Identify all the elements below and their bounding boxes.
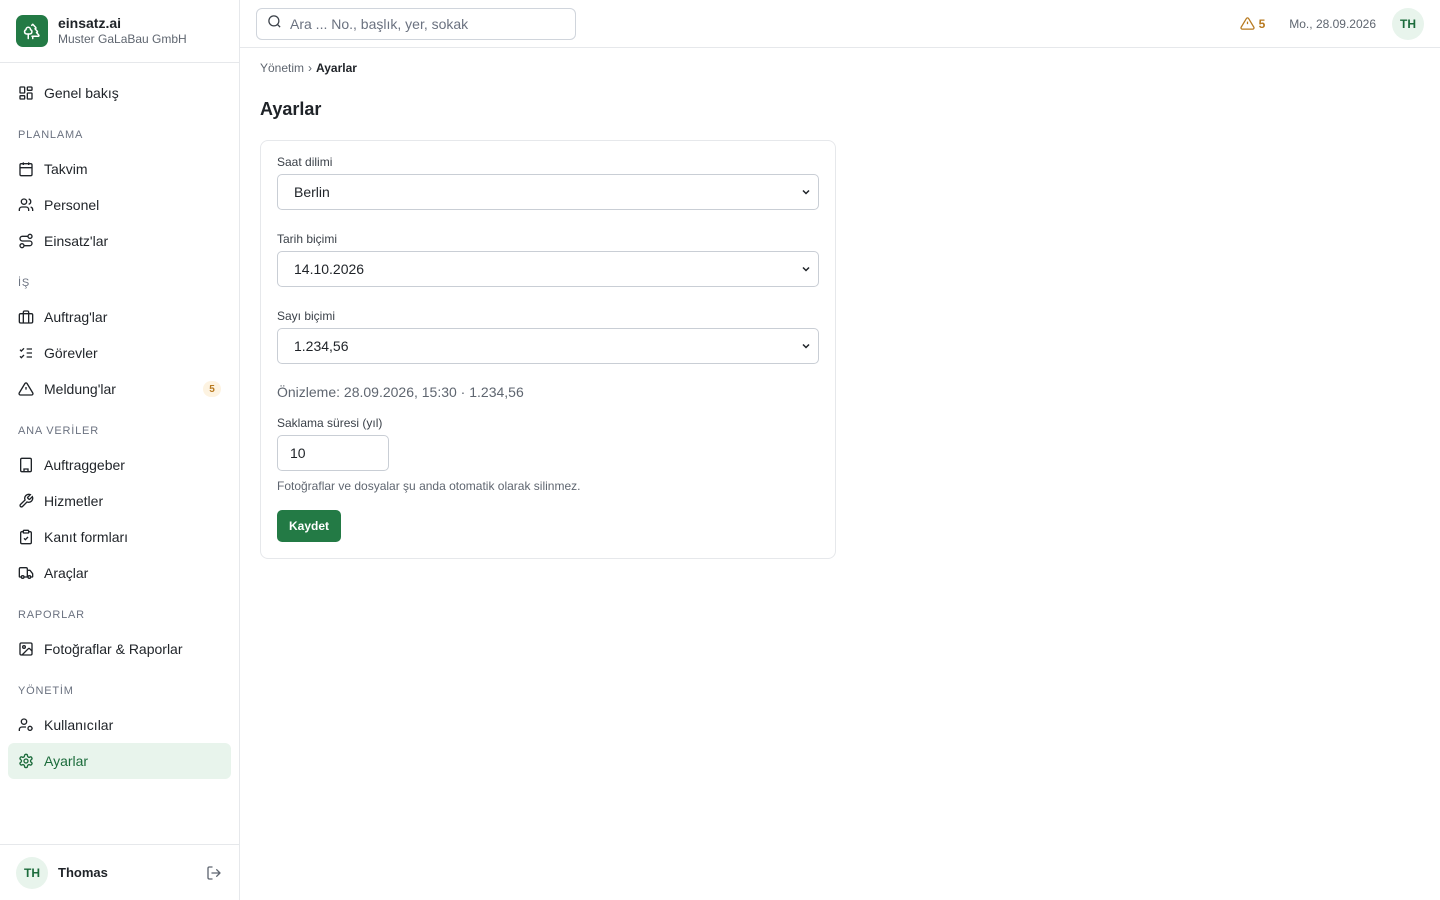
- sidebar-item-label: Fotoğraflar & Raporlar: [44, 641, 183, 657]
- gear-icon: [18, 753, 34, 769]
- date-format-select[interactable]: 14.10.2026: [277, 251, 819, 287]
- sidebar-item-label: Personel: [44, 197, 100, 213]
- logout-icon[interactable]: [205, 864, 223, 882]
- sidebar-item-tasks[interactable]: Görevler: [8, 335, 231, 371]
- search-input[interactable]: [290, 15, 560, 32]
- nav-section-planning: PLANLAMA: [18, 129, 84, 141]
- sidebar-item-clients[interactable]: Auftraggeber: [8, 447, 231, 483]
- current-date: Mo., 28.09.2026: [1289, 16, 1376, 31]
- warning-icon: [18, 381, 34, 397]
- sidebar-item-settings[interactable]: Ayarlar: [8, 743, 231, 779]
- avatar[interactable]: TH: [1392, 7, 1424, 40]
- sidebar-nav: Genel bakış PLANLAMA Takvim Personel Ein…: [0, 63, 239, 779]
- sidebar-item-vehicles[interactable]: Araçlar: [8, 555, 231, 591]
- sidebar-item-label: Kanıt formları: [44, 529, 129, 545]
- retention-hint: Fotoğraflar ve dosyalar şu anda otomatik…: [277, 479, 581, 493]
- sidebar-item-label: Auftrag'lar: [44, 309, 108, 325]
- sidebar-item-label: Ayarlar: [44, 753, 89, 769]
- calendar-icon: [18, 161, 34, 177]
- sidebar: einsatz.ai Muster GaLaBau GmbH Genel bak…: [0, 0, 240, 900]
- breadcrumb-separator: ›: [308, 61, 313, 75]
- clipboard-check-icon: [18, 529, 34, 545]
- dashboard-icon: [18, 85, 34, 101]
- sidebar-item-label: Genel bakış: [44, 85, 119, 101]
- format-preview: Önizleme: 28.09.2026, 15:30 · 1.234,56: [277, 384, 524, 400]
- search-icon: [267, 14, 282, 34]
- sidebar-item-assignments[interactable]: Einsatz'lar: [8, 223, 231, 259]
- sidebar-item-forms[interactable]: Kanıt formları: [8, 519, 231, 555]
- alert-count: 5: [1258, 16, 1266, 31]
- chevron-down-icon: [802, 266, 810, 272]
- timezone-value: Berlin: [294, 184, 330, 200]
- sidebar-item-reports-issues[interactable]: Meldung'lar 5: [8, 371, 231, 407]
- sidebar-item-orders[interactable]: Auftrag'lar: [8, 299, 231, 335]
- nav-section-masterdata: ANA VERİLER: [18, 425, 99, 437]
- sidebar-item-label: Takvim: [44, 161, 88, 177]
- timezone-label: Saat dilimi: [277, 155, 333, 169]
- number-format-value: 1.234,56: [294, 338, 349, 354]
- date-format-value: 14.10.2026: [294, 261, 365, 277]
- route-icon: [18, 233, 34, 249]
- brand[interactable]: einsatz.ai Muster GaLaBau GmbH: [0, 0, 239, 63]
- alerts-button[interactable]: 5: [1239, 16, 1266, 31]
- settings-card: Saat dilimi Berlin Tarih biçimi 14.10.20…: [260, 140, 836, 559]
- users-icon: [18, 197, 34, 213]
- brand-name: einsatz.ai: [58, 15, 122, 31]
- sidebar-user: TH Thomas: [0, 844, 239, 900]
- sidebar-item-label: Einsatz'lar: [44, 233, 109, 249]
- sidebar-item-label: Auftraggeber: [44, 457, 125, 473]
- breadcrumb: Yönetim › Ayarlar: [260, 61, 1420, 75]
- wrench-icon: [18, 493, 34, 509]
- search-box[interactable]: [256, 7, 576, 40]
- retention-label: Saklama süresi (yıl): [277, 416, 383, 430]
- breadcrumb-parent[interactable]: Yönetim: [260, 61, 304, 75]
- chevron-down-icon: [802, 189, 810, 195]
- sidebar-item-label: Meldung'lar: [44, 381, 116, 397]
- user-name: Thomas: [58, 865, 108, 880]
- user-key-icon: [18, 717, 34, 733]
- sidebar-item-calendar[interactable]: Takvim: [8, 151, 231, 187]
- number-format-select[interactable]: 1.234,56: [277, 328, 819, 364]
- sidebar-item-users[interactable]: Kullanıcılar: [8, 707, 231, 743]
- sidebar-item-photos[interactable]: Fotoğraflar & Raporlar: [8, 631, 231, 667]
- meldung-count-badge: 5: [203, 381, 221, 397]
- avatar[interactable]: TH: [16, 856, 48, 889]
- list-checks-icon: [18, 345, 34, 361]
- nav-section-reports: RAPORLAR: [18, 609, 85, 621]
- nav-section-admin: YÖNETİM: [18, 685, 74, 697]
- sidebar-item-label: Görevler: [44, 345, 98, 361]
- page-title: Ayarlar: [260, 99, 322, 119]
- warning-icon: [1239, 17, 1255, 30]
- briefcase-icon: [18, 309, 34, 325]
- main-content: Yönetim › Ayarlar Ayarlar Saat dilimi Be…: [260, 48, 1420, 559]
- save-button[interactable]: Kaydet: [277, 510, 342, 542]
- retention-input[interactable]: [277, 435, 389, 471]
- brand-org: Muster GaLaBau GmbH: [58, 32, 187, 46]
- sidebar-item-overview[interactable]: Genel bakış: [8, 75, 231, 111]
- image-icon: [18, 641, 34, 657]
- sidebar-item-services[interactable]: Hizmetler: [8, 483, 231, 519]
- building-icon: [18, 457, 34, 473]
- sidebar-item-label: Kullanıcılar: [44, 717, 114, 733]
- chevron-down-icon: [802, 343, 810, 349]
- timezone-select[interactable]: Berlin: [277, 174, 819, 210]
- number-format-label: Sayı biçimi: [277, 309, 336, 323]
- date-format-label: Tarih biçimi: [277, 232, 338, 246]
- brand-logo-icon: [16, 15, 48, 47]
- topbar: 5 Mo., 28.09.2026 TH: [240, 0, 1440, 48]
- sidebar-item-staff[interactable]: Personel: [8, 187, 231, 223]
- sidebar-item-label: Hizmetler: [44, 493, 104, 509]
- sidebar-item-label: Araçlar: [44, 565, 89, 581]
- truck-icon: [18, 565, 34, 581]
- breadcrumb-current: Ayarlar: [316, 61, 357, 75]
- nav-section-work: İŞ: [18, 277, 30, 289]
